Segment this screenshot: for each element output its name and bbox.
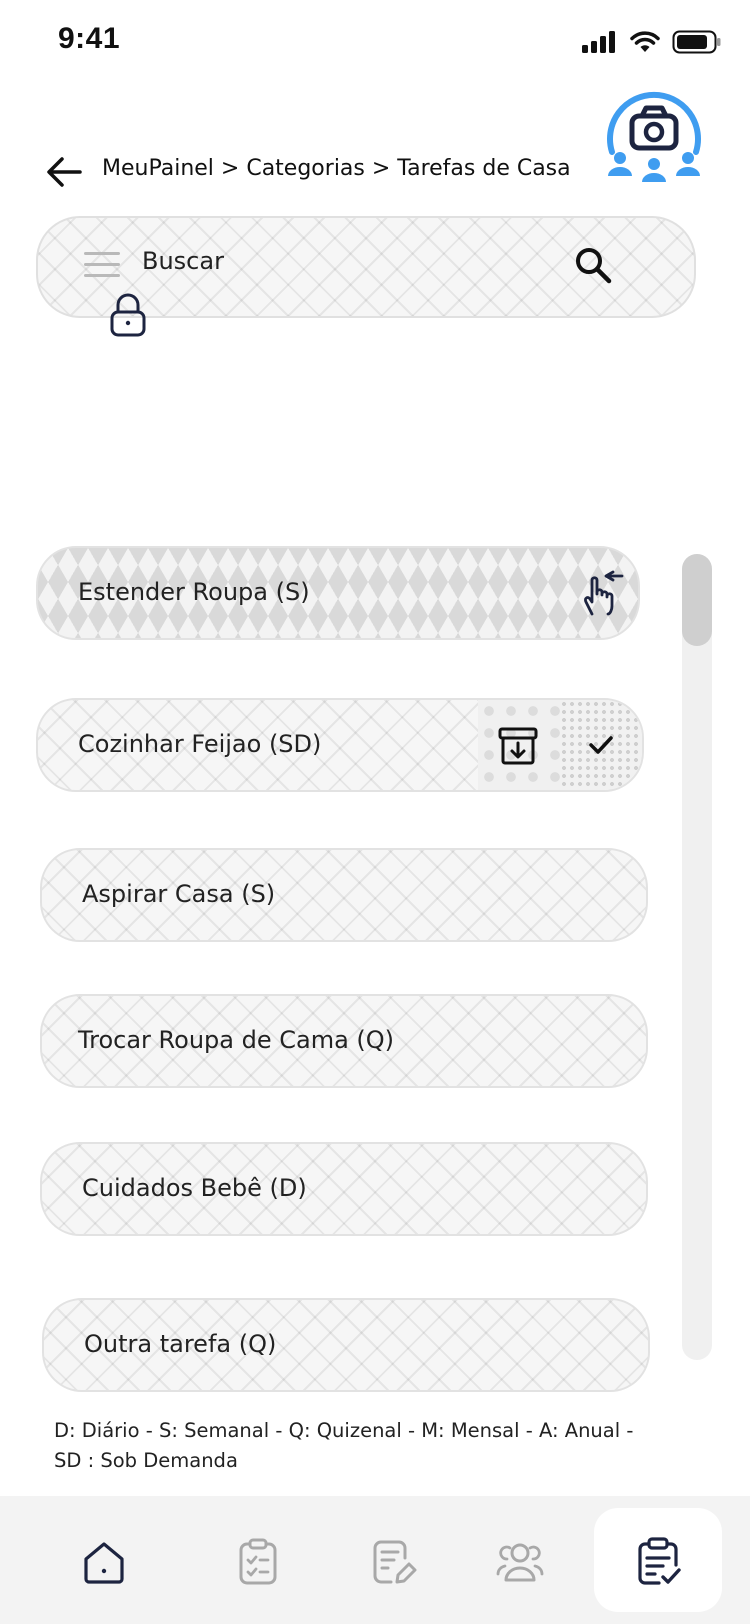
search-icon[interactable] bbox=[574, 246, 614, 290]
search-input[interactable]: Buscar bbox=[142, 247, 224, 275]
check-icon bbox=[589, 736, 613, 754]
edit-note-icon bbox=[373, 1540, 417, 1584]
task-label: Outra tarefa (Q) bbox=[84, 1330, 277, 1358]
task-item[interactable]: Cozinhar Feijao (SD) bbox=[36, 698, 644, 792]
task-item[interactable]: Estender Roupa (S) bbox=[36, 546, 640, 640]
tab-notes[interactable] bbox=[366, 1534, 422, 1590]
task-label: Aspirar Casa (S) bbox=[82, 880, 276, 908]
task-label: Trocar Roupa de Cama (Q) bbox=[78, 1026, 395, 1054]
back-button[interactable] bbox=[44, 154, 84, 194]
task-item[interactable]: Trocar Roupa de Cama (Q) bbox=[40, 994, 648, 1088]
task-label: Cozinhar Feijao (SD) bbox=[78, 730, 322, 758]
task-item[interactable]: Aspirar Casa (S) bbox=[40, 848, 648, 942]
checklist-icon bbox=[239, 1538, 277, 1585]
scrollbar-track[interactable] bbox=[682, 554, 712, 1360]
task-label: Estender Roupa (S) bbox=[78, 578, 310, 606]
battery-icon bbox=[672, 30, 721, 54]
clipboard-check-icon bbox=[638, 1537, 681, 1585]
task-item[interactable]: Cuidados Bebê (D) bbox=[40, 1142, 648, 1236]
status-time: 9:41 bbox=[58, 22, 121, 55]
legend-line: SD : Sob Demanda bbox=[54, 1449, 238, 1472]
tab-members[interactable] bbox=[492, 1534, 548, 1590]
menu-icon[interactable] bbox=[84, 252, 120, 278]
scrollbar-thumb[interactable] bbox=[682, 554, 712, 646]
arrow-left-icon bbox=[47, 157, 82, 187]
archive-icon bbox=[498, 727, 538, 765]
users-icon bbox=[496, 1543, 544, 1582]
legend-line: D: Diário - S: Semanal - Q: Quizenal - M… bbox=[54, 1419, 634, 1442]
archive-button[interactable] bbox=[478, 700, 560, 790]
task-label: Cuidados Bebê (D) bbox=[82, 1174, 307, 1202]
frequency-legend: D: Diário - S: Semanal - Q: Quizenal - M… bbox=[54, 1416, 633, 1476]
signal-icon bbox=[582, 31, 615, 53]
camera-group-logo[interactable] bbox=[604, 86, 704, 190]
swipe-hand-icon bbox=[578, 570, 624, 620]
camera-group-icon bbox=[607, 91, 701, 182]
lock-icon[interactable] bbox=[108, 292, 148, 342]
tab-my-tasks[interactable] bbox=[630, 1534, 686, 1590]
breadcrumb: MeuPainel > Categorias > Tarefas de Casa bbox=[102, 156, 571, 181]
home-icon bbox=[84, 1542, 124, 1584]
tab-tasks[interactable] bbox=[230, 1534, 286, 1590]
wifi-icon bbox=[630, 31, 660, 52]
status-icons bbox=[582, 30, 722, 54]
task-item[interactable]: Outra tarefa (Q) bbox=[42, 1298, 650, 1392]
tab-home[interactable] bbox=[76, 1534, 132, 1590]
complete-button[interactable] bbox=[560, 700, 642, 790]
